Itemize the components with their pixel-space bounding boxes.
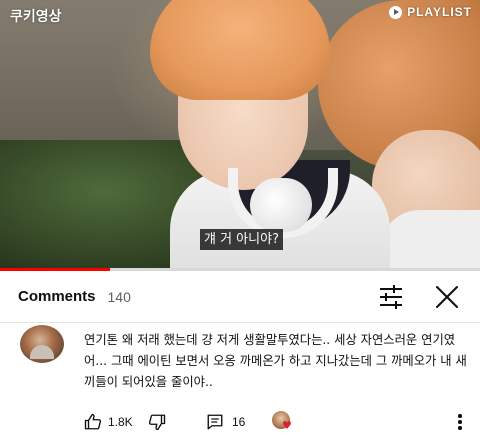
person-left-hair xyxy=(150,0,330,100)
headphone-cup xyxy=(250,178,312,232)
reply-button[interactable]: 16 xyxy=(206,411,245,433)
comment-text: 연기톤 왜 저래 했는데 걍 저게 생활말투였다는.. 세상 자연스러운 연기였… xyxy=(84,333,467,389)
channel-logo: 쿠키영상 xyxy=(10,9,62,25)
comments-title: Comments xyxy=(18,288,96,305)
thumbs-down-icon xyxy=(148,414,166,431)
creator-heart-icon: ♥ xyxy=(282,419,292,432)
comments-header: Comments 140 xyxy=(0,271,480,323)
video-player[interactable]: 쿠키영상 PLAYLIST 걔 거 아니야? xyxy=(0,0,480,268)
comment-actions: 1.8K 16 ♥ xyxy=(84,411,474,433)
sliders-icon xyxy=(380,285,402,309)
comment-more-button[interactable] xyxy=(452,411,468,433)
reply-count: 16 xyxy=(232,415,246,429)
playlist-logo-text: PLAYLIST xyxy=(407,5,472,19)
more-vertical-icon-dot xyxy=(458,426,462,430)
creator-heart-badge: ♥ xyxy=(272,411,294,433)
reply-icon xyxy=(207,414,223,430)
like-button[interactable]: 1.8K xyxy=(84,411,133,433)
commenter-avatar[interactable] xyxy=(20,325,64,363)
close-comments-button[interactable] xyxy=(432,282,462,312)
video-subtitle: 걔 거 아니야? xyxy=(200,229,283,250)
more-vertical-icon-dot xyxy=(458,420,462,424)
dislike-button[interactable] xyxy=(148,411,166,433)
playlist-play-icon xyxy=(389,5,403,19)
sort-comments-button[interactable] xyxy=(376,284,406,310)
comments-count: 140 xyxy=(107,288,131,305)
thumbs-up-icon xyxy=(84,413,102,430)
like-count: 1.8K xyxy=(108,415,133,429)
playlist-logo: PLAYLIST xyxy=(389,5,472,19)
more-vertical-icon-dot xyxy=(458,414,462,418)
comment-item: 연기톤 왜 저래 했는데 걍 저게 생활말투였다는.. 세상 자연스러운 연기였… xyxy=(0,323,480,440)
close-icon xyxy=(436,286,458,308)
person-right-shirt xyxy=(380,210,480,268)
